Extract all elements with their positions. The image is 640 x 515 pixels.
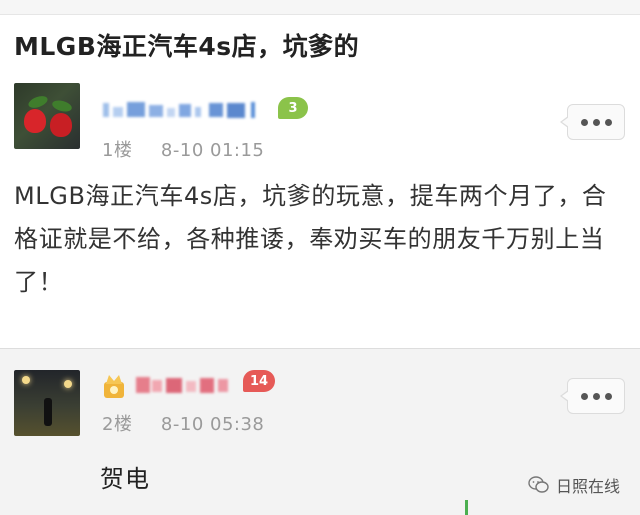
scroll-indicator bbox=[465, 500, 468, 515]
user-level-value: 3 bbox=[288, 100, 298, 116]
more-dots-icon bbox=[580, 118, 588, 126]
watermark: 日照在线 bbox=[528, 473, 620, 497]
vip-crown-icon bbox=[104, 375, 124, 398]
avatar-leaf bbox=[26, 93, 50, 111]
reply-content: 贺电 bbox=[100, 465, 150, 493]
reply-floor-label: 2楼 bbox=[102, 414, 133, 435]
more-options-button[interactable] bbox=[560, 104, 625, 140]
reply-user-level-badge: 14 bbox=[243, 370, 275, 392]
username-mosaic bbox=[103, 102, 255, 118]
reply-date: 8-10 05:38 bbox=[160, 414, 265, 435]
avatar[interactable] bbox=[14, 83, 80, 149]
reply-username-obscured[interactable] bbox=[136, 374, 236, 396]
avatar-lamp bbox=[22, 376, 30, 384]
reply-meta: 2楼 8-10 05:38 bbox=[102, 410, 264, 436]
post-content: MLGB海正汽车4s店，坑爹的玩意，提车两个月了，合格证就是不给，各种推诿，奉劝… bbox=[14, 182, 607, 296]
more-dot bbox=[592, 392, 600, 400]
post-title: MLGB海正汽车4s店，坑爹的 bbox=[14, 32, 360, 61]
wechat-icon bbox=[528, 476, 549, 493]
more-dot bbox=[604, 392, 612, 400]
more-dot bbox=[604, 118, 612, 126]
reply-user-level-value: 14 bbox=[249, 373, 269, 389]
user-level-badge: 3 bbox=[278, 97, 308, 119]
floor-label: 1楼 bbox=[102, 140, 133, 161]
post-meta: 1楼 8-10 01:15 bbox=[102, 136, 264, 162]
top-strip bbox=[0, 0, 640, 15]
reply-avatar[interactable] bbox=[14, 370, 80, 436]
username-obscured[interactable] bbox=[103, 99, 263, 121]
reply-username-mosaic bbox=[136, 377, 228, 393]
watermark-text: 日照在线 bbox=[555, 477, 620, 496]
avatar-person bbox=[44, 398, 52, 426]
avatar-strawberry bbox=[50, 113, 72, 137]
reply-more-options-button[interactable] bbox=[560, 378, 625, 414]
more-dot bbox=[592, 118, 600, 126]
avatar-strawberry bbox=[24, 109, 46, 133]
avatar-lamp bbox=[64, 380, 72, 388]
post-date: 8-10 01:15 bbox=[160, 140, 265, 161]
more-dots-icon bbox=[580, 392, 588, 400]
avatar-leaf bbox=[51, 98, 73, 114]
